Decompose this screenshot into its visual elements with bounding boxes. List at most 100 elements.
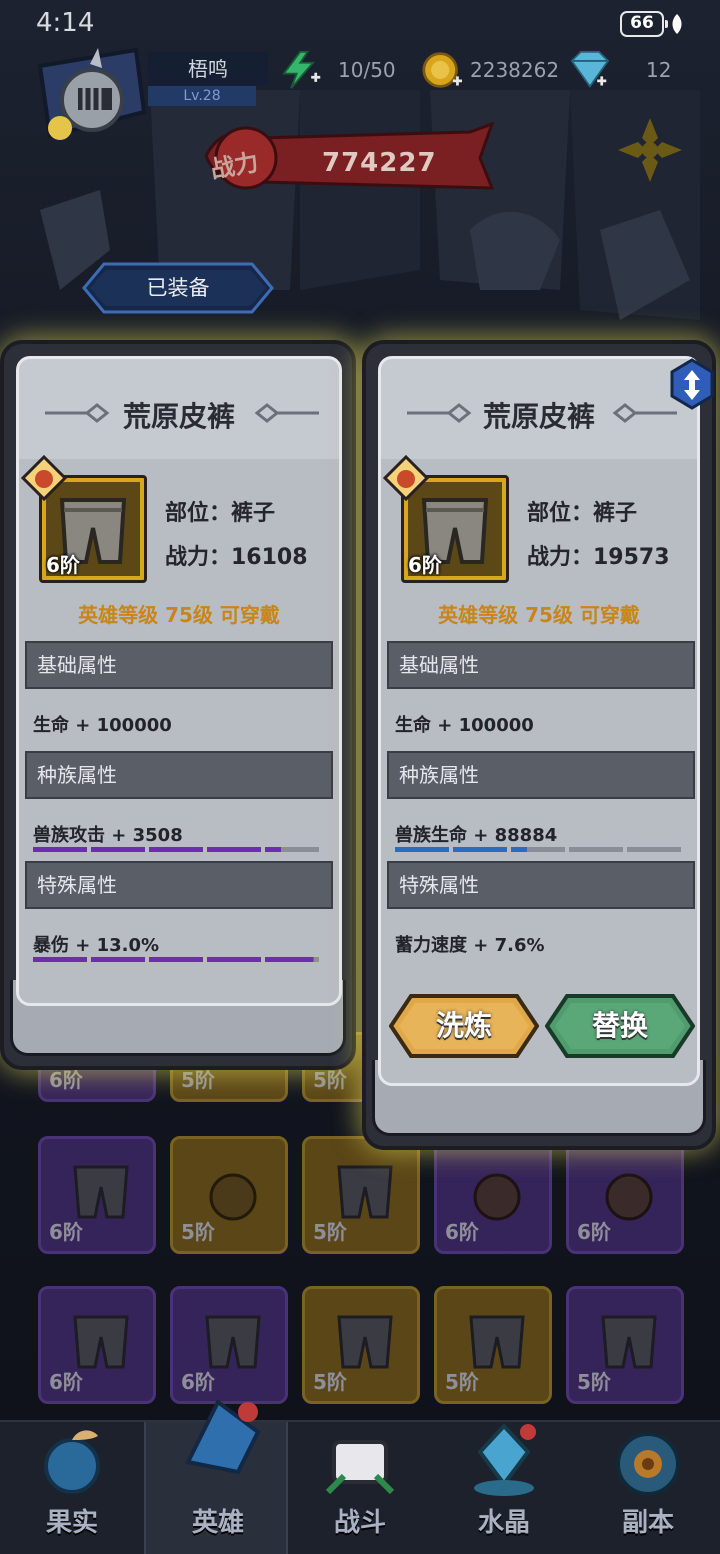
bar-segment xyxy=(91,957,145,962)
special-attribute: 蓄力速度 + 7.6% xyxy=(395,935,545,956)
battle-icon xyxy=(325,1440,395,1495)
card-panel: 荒原皮裤 6阶 部位：裤子 战力：19573 英雄等级 75级 可穿戴 基础属性… xyxy=(378,356,700,1086)
inventory-slot[interactable]: 5阶 xyxy=(434,1286,552,1404)
basic-attributes-header: 基础属性 xyxy=(25,641,333,689)
hero-icon xyxy=(185,1398,261,1475)
player-name: 梧鸣 xyxy=(148,52,268,86)
basic-attribute: 生命 + 100000 xyxy=(395,715,534,736)
item-tier: 6阶 xyxy=(408,553,442,577)
pouch-icon xyxy=(209,1173,257,1221)
diamond-icon[interactable] xyxy=(562,50,616,90)
bar-segment xyxy=(627,847,681,852)
replace-button[interactable]: 替换 xyxy=(545,993,695,1059)
bar-segment xyxy=(207,847,261,852)
slot-tier: 5阶 xyxy=(313,1220,347,1244)
race-attribute-bar xyxy=(395,847,685,852)
bar-segment xyxy=(511,847,565,852)
status-time: 4:14 xyxy=(36,8,95,38)
player-level: Lv.28 xyxy=(148,86,256,106)
dungeon-icon xyxy=(616,1432,680,1496)
card-panel: 荒原皮裤 6阶 部位：裤子 战力：16108 英雄等级 75级 可穿戴 基础属性… xyxy=(16,356,342,1006)
nav-hero[interactable]: 英雄 xyxy=(144,1398,288,1554)
inventory-slot[interactable]: 5阶 xyxy=(566,1286,684,1404)
bar-segment xyxy=(33,847,87,852)
nav-battle[interactable]: 战斗 xyxy=(288,1422,432,1554)
special-attribute-bar xyxy=(33,957,323,962)
item-power-text: 战力：19573 xyxy=(527,545,670,570)
nav-fruit[interactable]: 果实 xyxy=(0,1422,144,1554)
nav-battle-label: 战斗 xyxy=(333,1508,386,1538)
crystal-icon xyxy=(474,1423,536,1496)
slot-tier: 6阶 xyxy=(49,1220,83,1244)
fruit-icon xyxy=(44,1430,100,1494)
hero-badge-icon xyxy=(383,455,429,501)
slot-tier: 6阶 xyxy=(445,1220,479,1244)
avatar[interactable] xyxy=(26,42,150,142)
nav-fruit-label: 果实 xyxy=(45,1508,98,1538)
inventory-slot[interactable]: 6阶 xyxy=(38,1136,156,1254)
bar-segment xyxy=(265,957,319,962)
inventory-slot[interactable]: 6阶 xyxy=(38,1286,156,1404)
replace-button-label: 替换 xyxy=(591,1009,648,1042)
bar-segment xyxy=(395,847,449,852)
equipped-item-card: 荒原皮裤 6阶 部位：裤子 战力：16108 英雄等级 75级 可穿戴 基础属性… xyxy=(0,340,360,1070)
inventory-slot[interactable]: 5阶 xyxy=(302,1136,420,1254)
energy-value: 10/50 xyxy=(338,58,396,82)
nav-crystal[interactable]: 水晶 xyxy=(432,1422,576,1554)
settings-gear-icon[interactable] xyxy=(612,112,688,188)
slot-tier: 5阶 xyxy=(577,1370,611,1394)
bar-segment xyxy=(207,957,261,962)
slot-tier: 6阶 xyxy=(181,1370,215,1394)
slot-tier: 5阶 xyxy=(445,1370,479,1394)
bar-segment xyxy=(33,957,87,962)
pants-icon xyxy=(205,1315,261,1369)
inventory-slot[interactable]: 5阶 xyxy=(170,1136,288,1254)
item-power-text: 战力：16108 xyxy=(165,545,308,570)
special-attributes-header: 特殊属性 xyxy=(25,861,333,909)
bar-segment xyxy=(569,847,623,852)
basic-attributes-header: 基础属性 xyxy=(387,641,695,689)
item-requirement: 英雄等级 75级 可穿戴 xyxy=(78,603,280,627)
item-requirement: 英雄等级 75级 可穿戴 xyxy=(438,603,640,627)
pants-icon xyxy=(601,1315,657,1369)
nav-dungeon[interactable]: 副本 xyxy=(576,1422,720,1554)
slot-tier: 5阶 xyxy=(313,1370,347,1394)
inventory-slot[interactable]: 6阶 xyxy=(566,1136,684,1254)
pants-icon xyxy=(469,1315,525,1369)
title-ornament-right xyxy=(254,403,319,423)
refine-button[interactable]: 洗炼 xyxy=(389,993,539,1059)
slot-tier: 6阶 xyxy=(49,1370,83,1394)
energy-icon[interactable] xyxy=(278,50,328,90)
inventory-slot[interactable]: 5阶 xyxy=(302,1286,420,1404)
tab-equipped[interactable] xyxy=(82,262,274,314)
bar-segment xyxy=(91,847,145,852)
item-slot-text: 部位：裤子 xyxy=(165,501,276,526)
race-attributes-header: 种族属性 xyxy=(387,751,695,799)
refine-button-label: 洗炼 xyxy=(435,1009,492,1042)
battery-icon: 66 xyxy=(620,11,668,37)
nav-crystal-label: 水晶 xyxy=(477,1508,530,1538)
race-attribute: 兽族生命 + 88884 xyxy=(395,825,558,846)
bar-segment xyxy=(149,957,203,962)
pants-icon xyxy=(337,1315,393,1369)
basic-attribute: 生命 + 100000 xyxy=(33,715,172,736)
compare-item-card: 荒原皮裤 6阶 部位：裤子 战力：19573 英雄等级 75级 可穿戴 基础属性… xyxy=(362,340,720,1150)
nav-dungeon-label: 副本 xyxy=(621,1508,674,1538)
gold-coin-icon[interactable] xyxy=(416,50,468,90)
lock-swap-icon[interactable] xyxy=(670,358,714,410)
bar-segment xyxy=(265,847,319,852)
pouch-icon xyxy=(473,1173,521,1221)
special-attribute: 暴伤 + 13.0% xyxy=(33,935,160,956)
item-tier: 6阶 xyxy=(46,553,80,577)
power-value: 774227 xyxy=(322,148,437,178)
pants-icon xyxy=(73,1165,129,1219)
inventory-slot[interactable]: 6阶 xyxy=(434,1136,552,1254)
gems-value: 12 xyxy=(646,58,672,82)
pouch-icon xyxy=(605,1173,653,1221)
bottom-nav: 果实 英雄 战斗 水晶 副本 xyxy=(0,1398,720,1554)
hero-badge-icon xyxy=(21,455,67,501)
slot-tier: 5阶 xyxy=(181,1220,215,1244)
title-ornament-right xyxy=(612,403,677,423)
inventory-slot[interactable]: 6阶 xyxy=(170,1286,288,1404)
race-attribute-bar xyxy=(33,847,323,852)
